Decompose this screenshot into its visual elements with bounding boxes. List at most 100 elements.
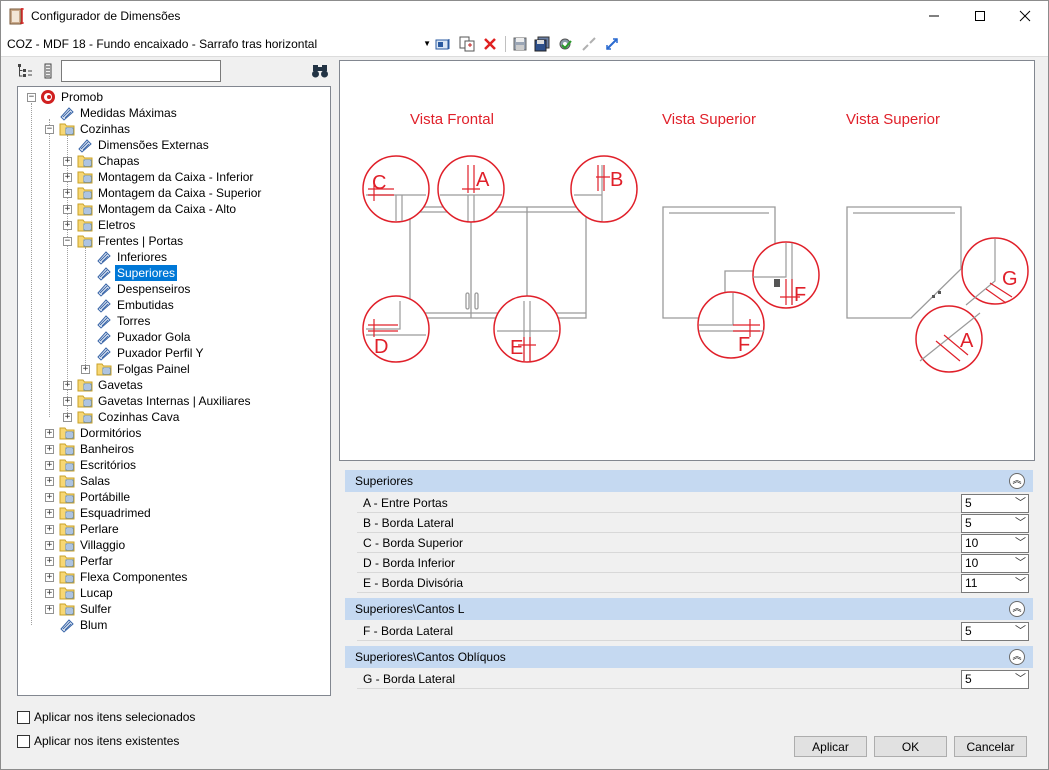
tree-node-label: Perfar	[80, 554, 113, 568]
apply-button[interactable]: Aplicar	[794, 736, 867, 757]
search-input[interactable]	[61, 60, 221, 82]
property-value-select[interactable]: 10 ﹀	[961, 554, 1029, 573]
tree-node-flexa[interactable]: + Flexa Componentes	[18, 569, 189, 585]
tree-node-cozinhas-cava[interactable]: + Cozinhas Cava	[18, 409, 181, 425]
tree-node-banheiros[interactable]: + Banheiros	[18, 441, 136, 457]
tag-icon	[59, 617, 75, 633]
copy-config-icon	[459, 36, 475, 52]
tree-node-superiores[interactable]: Superiores	[96, 265, 178, 281]
tree-node-embutidas[interactable]: Embutidas	[96, 297, 176, 313]
save-button[interactable]	[511, 35, 529, 53]
tree-node-gavetas-internas[interactable]: + Gavetas Internas | Auxiliares	[18, 393, 253, 409]
window-title: Configurador de Dimensões	[31, 9, 181, 23]
tag-icon	[96, 249, 112, 265]
close-button[interactable]	[1002, 1, 1048, 31]
tree-node-medidas-maximas[interactable]: Medidas Máximas	[59, 105, 179, 121]
configuration-select[interactable]: COZ - MDF 18 - Fundo encaixado - Sarrafo…	[5, 34, 431, 54]
tree-node-label: Salas	[80, 474, 111, 488]
folder-icon	[59, 489, 75, 505]
tree-node-dormitorios[interactable]: + Dormitórios	[18, 425, 143, 441]
binoculars-icon[interactable]	[311, 63, 329, 79]
tree-node-montagem-superior[interactable]: + Montagem da Caixa - Superior	[18, 185, 263, 201]
apply-selected-checkbox[interactable]	[17, 710, 30, 724]
tree-node-sulfer[interactable]: + Sulfer	[18, 601, 113, 617]
tree-node-despenseiros[interactable]: Despenseiros	[96, 281, 192, 297]
tree-node-perfar[interactable]: + Perfar	[18, 553, 115, 569]
section-title: Superiores\Cantos L	[355, 602, 465, 616]
chevron-down-icon: ﹀	[1015, 673, 1026, 685]
property-name: A - Entre Portas	[363, 496, 448, 510]
collapse-chevron-icon[interactable]: ︽	[1009, 649, 1025, 665]
toolbar: COZ - MDF 18 - Fundo encaixado - Sarrafo…	[1, 31, 1048, 57]
tree-node-chapas[interactable]: + Chapas	[18, 153, 141, 169]
tree-node-label: Medidas Máximas	[80, 106, 177, 120]
tree-node-inferiores[interactable]: Inferiores	[96, 249, 169, 265]
tree-node-puxador-gola[interactable]: Puxador Gola	[96, 329, 192, 345]
ok-button[interactable]: OK	[874, 736, 947, 757]
list-view-icon[interactable]	[40, 63, 56, 79]
vista-superior-title-1: Vista Superior	[662, 111, 756, 128]
tag-icon	[96, 345, 112, 361]
tree-node-folgas-painel[interactable]: + Folgas Painel	[18, 361, 192, 377]
tree-node-escritorios[interactable]: + Escritórios	[18, 457, 138, 473]
chevron-down-icon: ﹀	[1015, 537, 1026, 549]
minimize-button[interactable]	[911, 1, 957, 31]
cancel-button[interactable]: Cancelar	[954, 736, 1027, 757]
section-header-cantos-l[interactable]: Superiores\Cantos L ︽	[345, 598, 1033, 620]
property-value-select[interactable]: 11 ﹀	[961, 574, 1029, 593]
copy-config-button[interactable]	[458, 35, 476, 53]
apply-selected-option[interactable]: Aplicar nos itens selecionados	[17, 710, 195, 724]
property-value-select[interactable]: 5 ﹀	[961, 622, 1029, 641]
tree-node-puxador-perfil[interactable]: Puxador Perfil Y	[96, 345, 206, 361]
vista-frontal-title: Vista Frontal	[410, 111, 494, 128]
folder-icon	[77, 153, 93, 169]
tree-node-gavetas[interactable]: + Gavetas	[18, 377, 145, 393]
tree-node-blum[interactable]: Blum	[59, 617, 109, 633]
tree-node-montagem-alto[interactable]: + Montagem da Caixa - Alto	[18, 201, 238, 217]
new-config-button[interactable]	[434, 35, 452, 53]
apply-existing-option[interactable]: Aplicar nos itens existentes	[17, 734, 179, 748]
apply-existing-checkbox[interactable]	[17, 734, 30, 748]
folder-icon	[59, 457, 75, 473]
tree-node-villaggio[interactable]: + Villaggio	[18, 537, 127, 553]
chevron-down-icon: ﹀	[1015, 497, 1026, 509]
validate-button[interactable]	[556, 35, 574, 53]
tree-node-label: Perlare	[80, 522, 119, 536]
section-header-superiores[interactable]: Superiores ︽	[345, 470, 1033, 492]
tree-node-promob[interactable]: − Promob	[18, 89, 105, 105]
save-as-button[interactable]	[533, 35, 551, 53]
tree-node-lucap[interactable]: + Lucap	[18, 585, 115, 601]
tree-node-salas[interactable]: + Salas	[18, 473, 112, 489]
tree-node-torres[interactable]: Torres	[96, 313, 152, 329]
folder-icon	[59, 585, 75, 601]
collapse-all-button[interactable]	[580, 35, 598, 53]
tree-node-esquadrimed[interactable]: + Esquadrimed	[18, 505, 153, 521]
tag-icon	[96, 313, 112, 329]
config-tree[interactable]: − Promob Medidas Máximas − Cozinhas Dime…	[17, 86, 331, 696]
property-value-select[interactable]: 5 ﹀	[961, 514, 1029, 533]
property-row: C - Borda Superior 10 ﹀	[357, 533, 1029, 553]
tree-node-dimensoes-externas[interactable]: Dimensões Externas	[77, 137, 211, 153]
tag-icon	[96, 281, 112, 297]
tree-node-portabille[interactable]: + Portábille	[18, 489, 132, 505]
delete-config-button[interactable]	[481, 35, 499, 53]
tree-node-montagem-inferior[interactable]: + Montagem da Caixa - Inferior	[18, 169, 255, 185]
property-value-select[interactable]: 5 ﹀	[961, 670, 1029, 689]
expand-all-button[interactable]	[603, 35, 621, 53]
tree-node-frentes-portas[interactable]: − Frentes | Portas	[18, 233, 185, 249]
collapse-chevron-icon[interactable]: ︽	[1009, 601, 1025, 617]
tree-view-icon[interactable]	[17, 63, 33, 79]
tree-node-label: Montagem da Caixa - Inferior	[98, 170, 254, 184]
tree-node-perlare[interactable]: + Perlare	[18, 521, 121, 537]
collapse-chevron-icon[interactable]: ︽	[1009, 473, 1025, 489]
maximize-button[interactable]	[957, 1, 1003, 31]
promob-logo-icon	[41, 90, 55, 104]
property-value-select[interactable]: 5 ﹀	[961, 494, 1029, 513]
minimize-icon	[929, 15, 939, 17]
tree-node-eletros[interactable]: + Eletros	[18, 217, 137, 233]
tree-node-cozinhas[interactable]: − Cozinhas	[18, 121, 132, 137]
property-value-select[interactable]: 10 ﹀	[961, 534, 1029, 553]
property-name: F - Borda Lateral	[363, 624, 454, 638]
section-header-cantos-obliquos[interactable]: Superiores\Cantos Oblíquos ︽	[345, 646, 1033, 668]
property-name: B - Borda Lateral	[363, 516, 454, 530]
